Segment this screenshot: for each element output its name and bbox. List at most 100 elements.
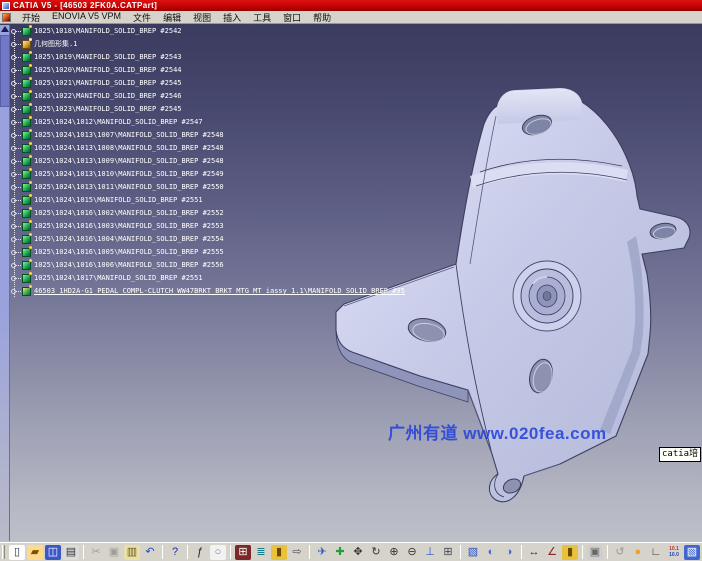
export-icon[interactable]: ⇨: [289, 545, 305, 560]
whats-this-help-icon[interactable]: ?: [167, 545, 183, 560]
tree-branch-line: [16, 31, 21, 32]
open-folder-icon[interactable]: ▰: [27, 545, 43, 560]
lock-icon[interactable]: ▮: [271, 545, 287, 560]
tree-item[interactable]: 1025\1021\MANIFOLD_SOLID_BREP #2545: [10, 77, 700, 90]
iso-view-cube-icon[interactable]: ▧: [465, 545, 481, 560]
new-document-icon[interactable]: ▯: [9, 545, 25, 560]
lock-part-icon[interactable]: ▮: [562, 545, 578, 560]
tree-item[interactable]: 1025\1022\MANIFOLD_SOLID_BREP #2546: [10, 90, 700, 103]
tree-item-label: 1025\1024\1016\1006\MANIFOLD_SOLID_BREP …: [34, 259, 224, 272]
tree-item[interactable]: 1025\1024\1013\1011\MANIFOLD_SOLID_BREP …: [10, 181, 700, 194]
tree-branch-line: [16, 174, 21, 175]
catia-tooltip: catia培: [659, 447, 701, 462]
tree-item[interactable]: 1025\1019\MANIFOLD_SOLID_BREP #2543: [10, 51, 700, 64]
menu-item[interactable]: 工具: [247, 11, 277, 24]
save-icon[interactable]: ◫: [45, 545, 61, 560]
comment-bubble-icon[interactable]: ○: [210, 545, 226, 560]
pan-icon[interactable]: ✥: [350, 545, 366, 560]
normal-view-icon[interactable]: ⊥: [422, 545, 438, 560]
tree-item-label: 1025\1024\1016\1004\MANIFOLD_SOLID_BREP …: [34, 233, 224, 246]
tree-branch-line: [16, 226, 21, 227]
scroll-up-arrow-icon[interactable]: [1, 26, 9, 32]
tree-item[interactable]: 46503 1HD2A-G1 PEDAL COMPL-CLUTCH WW47BR…: [10, 285, 700, 298]
tree-item[interactable]: 1025\1024\1016\1005\MANIFOLD_SOLID_BREP …: [10, 246, 700, 259]
tree-item-label: 1025\1024\1013\1007\MANIFOLD_SOLID_BREP …: [34, 129, 224, 142]
tree-item-label: 1025\1024\1013\1010\MANIFOLD_SOLID_BREP …: [34, 168, 224, 181]
menu-item[interactable]: 窗口: [277, 11, 307, 24]
multi-view-icon[interactable]: ⊞: [440, 545, 456, 560]
menu-item[interactable]: 插入: [217, 11, 247, 24]
tree-item-label: 几何图形集.1: [34, 38, 77, 51]
tree-item[interactable]: 1025\1024\1016\1002\MANIFOLD_SOLID_BREP …: [10, 207, 700, 220]
tree-item[interactable]: 1025\1024\1017\MANIFOLD_SOLID_BREP #2551: [10, 272, 700, 285]
copy-icon: ▣: [106, 545, 122, 560]
spec-tree: 1025\1018\MANIFOLD_SOLID_BREP #2542几何图形集…: [10, 25, 700, 298]
formula-fx-icon[interactable]: ƒ: [192, 545, 208, 560]
tree-item[interactable]: 1025\1020\MANIFOLD_SOLID_BREP #2544: [10, 64, 700, 77]
menu-item[interactable]: ENOVIA V5 VPM: [46, 11, 127, 24]
named-views-box-icon[interactable]: ▧: [684, 545, 700, 560]
zoom-in-icon[interactable]: ⊕: [386, 545, 402, 560]
tree-item[interactable]: 1025\1024\1016\1004\MANIFOLD_SOLID_BREP …: [10, 233, 700, 246]
solid-brep-icon: [22, 53, 31, 62]
tree-item[interactable]: 1025\1023\MANIFOLD_SOLID_BREP #2545: [10, 103, 700, 116]
tree-item[interactable]: 1025\1024\1013\1008\MANIFOLD_SOLID_BREP …: [10, 142, 700, 155]
tree-item[interactable]: 1025\1024\1013\1010\MANIFOLD_SOLID_BREP …: [10, 168, 700, 181]
tree-item[interactable]: 1025\1018\MANIFOLD_SOLID_BREP #2542: [10, 25, 700, 38]
toolbar-separator: [162, 545, 163, 559]
tree-scrollbar[interactable]: [0, 25, 10, 541]
tree-item-label: 1025\1024\1012\MANIFOLD_SOLID_BREP #2547: [34, 116, 203, 129]
zoom-out-icon[interactable]: ⊖: [404, 545, 420, 560]
design-table-icon[interactable]: ⊞: [235, 545, 251, 560]
toolbar-separator: [460, 545, 461, 559]
undo-icon[interactable]: ↶: [142, 545, 158, 560]
tree-item[interactable]: 1025\1024\1013\1007\MANIFOLD_SOLID_BREP …: [10, 129, 700, 142]
tree-item[interactable]: 1025\1024\1016\1006\MANIFOLD_SOLID_BREP …: [10, 259, 700, 272]
tree-item-label: 1025\1024\1016\1003\MANIFOLD_SOLID_BREP …: [34, 220, 224, 233]
solid-brep-icon: [22, 235, 31, 244]
zoom-value-readout[interactable]: 10.110.0: [666, 545, 682, 560]
toolbar-grip[interactable]: [2, 545, 5, 559]
menu-bar: 开始ENOVIA V5 VPM文件编辑视图插入工具窗口帮助: [0, 11, 702, 24]
camera-capture-icon[interactable]: ▣: [587, 545, 603, 560]
tree-item[interactable]: 1025\1024\1015\MANIFOLD_SOLID_BREP #2551: [10, 194, 700, 207]
scrollbar-thumb[interactable]: [0, 35, 10, 107]
3d-viewport[interactable]: 1025\1018\MANIFOLD_SOLID_BREP #2542几何图形集…: [0, 24, 702, 542]
catia-app-icon[interactable]: [2, 13, 11, 22]
menu-item[interactable]: 开始: [16, 11, 46, 24]
tree-item[interactable]: 1025\1024\1012\MANIFOLD_SOLID_BREP #2547: [10, 116, 700, 129]
menu-item[interactable]: 帮助: [307, 11, 337, 24]
axis-triad-icon[interactable]: ∟: [648, 545, 664, 560]
fly-mode-icon[interactable]: ✈: [314, 545, 330, 560]
refresh-swirl-icon[interactable]: ↺: [612, 545, 628, 560]
shaded-view-icon[interactable]: ◐: [483, 545, 499, 560]
tree-branch-line: [16, 187, 21, 188]
menu-item[interactable]: 视图: [187, 11, 217, 24]
tree-item[interactable]: 1025\1024\1013\1009\MANIFOLD_SOLID_BREP …: [10, 155, 700, 168]
tree-item[interactable]: 1025\1024\1016\1003\MANIFOLD_SOLID_BREP …: [10, 220, 700, 233]
tree-item-label: 1025\1018\MANIFOLD_SOLID_BREP #2542: [34, 25, 182, 38]
geometric-set-icon: [22, 40, 31, 49]
product-structure-icon[interactable]: ≣: [253, 545, 269, 560]
rotate-view-icon[interactable]: ↻: [368, 545, 384, 560]
tree-item-label: 1025\1022\MANIFOLD_SOLID_BREP #2546: [34, 90, 182, 103]
menu-item[interactable]: 文件: [127, 11, 157, 24]
measure-between-icon[interactable]: ↔: [526, 545, 542, 560]
tree-branch-line: [16, 109, 21, 110]
print-icon[interactable]: ▤: [63, 545, 79, 560]
fit-all-icon[interactable]: ✚: [332, 545, 348, 560]
paste-icon[interactable]: ▥: [124, 545, 140, 560]
tree-item[interactable]: 几何图形集.1: [10, 38, 700, 51]
shaded-edges-view-icon[interactable]: ◑: [501, 545, 517, 560]
tree-branch-line: [16, 278, 21, 279]
tree-item-label: 1025\1024\1013\1011\MANIFOLD_SOLID_BREP …: [34, 181, 224, 194]
tree-branch-line: [16, 239, 21, 240]
catalog-ball-icon[interactable]: ●: [630, 545, 646, 560]
solid-brep-icon: [22, 79, 31, 88]
menu-item[interactable]: 编辑: [157, 11, 187, 24]
solid-brep-icon: [22, 131, 31, 140]
tree-item-label: 1025\1021\MANIFOLD_SOLID_BREP #2545: [34, 77, 182, 90]
measure-item-icon[interactable]: ∠: [544, 545, 560, 560]
solid-brep-icon: [22, 105, 31, 114]
tree-branch-line: [16, 200, 21, 201]
